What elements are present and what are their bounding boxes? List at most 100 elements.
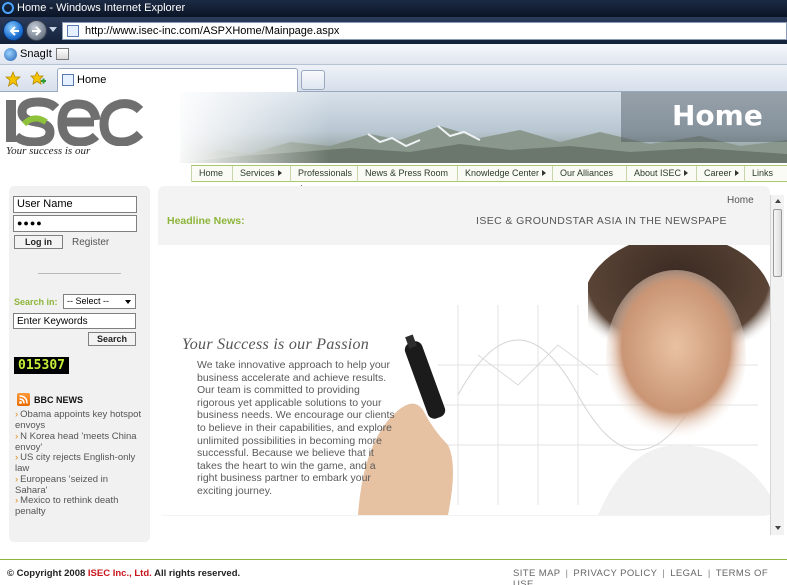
nav-services[interactable]: Services bbox=[232, 166, 290, 182]
intro-paragraph: We take innovative approach to help your… bbox=[180, 359, 398, 498]
visitor-counter: 015307 bbox=[14, 357, 69, 374]
nav-career[interactable]: Career bbox=[696, 166, 744, 182]
submenu-arrow-icon bbox=[734, 170, 739, 176]
copyright-suffix: All rights reserved. bbox=[154, 568, 241, 579]
news-item[interactable]: › Mexico to rethink death penalty bbox=[15, 495, 143, 517]
forward-button[interactable] bbox=[26, 20, 47, 41]
news-item-text: US city rejects English-only law bbox=[15, 452, 136, 474]
nav-home[interactable]: Home bbox=[191, 166, 232, 182]
nav-links[interactable]: Links bbox=[744, 166, 787, 182]
nav-links-label: Links bbox=[752, 168, 774, 178]
scroll-down-icon[interactable] bbox=[775, 526, 781, 530]
headline-ticker[interactable]: ISEC & GROUNDSTAR ASIA IN THE NEWSPAPE bbox=[476, 215, 727, 227]
breadcrumb[interactable]: Home bbox=[727, 195, 754, 206]
back-button[interactable] bbox=[3, 20, 24, 41]
bullet-icon: › bbox=[15, 431, 19, 442]
news-item-text: Mexico to rethink death penalty bbox=[15, 495, 119, 517]
nav-professionals-label: Professionals bbox=[298, 168, 353, 178]
news-item-text: N Korea head 'meets China envoy' bbox=[15, 431, 137, 453]
arrow-left-icon bbox=[9, 26, 19, 36]
footer-divider bbox=[0, 559, 787, 560]
search-scope-value: -- Select -- bbox=[67, 296, 110, 306]
nav-home-label: Home bbox=[199, 168, 224, 178]
scroll-up-icon[interactable] bbox=[775, 199, 781, 203]
bullet-icon: › bbox=[15, 495, 19, 506]
window-title: Home - Windows Internet Explorer bbox=[17, 2, 186, 14]
bbc-news-heading: BBC NEWS bbox=[17, 393, 83, 407]
logo-tagline: Your success is our bbox=[6, 145, 91, 157]
nav-news[interactable]: News & Press Room bbox=[357, 166, 457, 182]
nav-alliances-label: Our Alliances bbox=[560, 168, 614, 178]
news-item[interactable]: › Obama appoints key hotspot envoys bbox=[15, 409, 143, 431]
submenu-arrow-icon bbox=[542, 170, 547, 176]
snagit-icon bbox=[4, 48, 17, 61]
news-item[interactable]: › Europeans 'seized in Sahara' bbox=[15, 474, 143, 496]
footer-link-privacy[interactable]: PRIVACY POLICY bbox=[573, 568, 657, 579]
snagit-capture-icon[interactable] bbox=[56, 48, 69, 60]
scroll-thumb[interactable] bbox=[773, 209, 782, 277]
rss-icon[interactable] bbox=[17, 393, 30, 406]
main-nav: Home Services Professionals News & Press… bbox=[191, 165, 787, 191]
footer-separator: | bbox=[565, 568, 569, 579]
nav-knowledge-label: Knowledge Center bbox=[465, 168, 540, 178]
bbc-news-title: BBC NEWS bbox=[34, 395, 83, 405]
ie-logo-icon bbox=[2, 2, 14, 14]
search-in-label: Search in: bbox=[14, 297, 58, 307]
banner-fade bbox=[170, 92, 330, 163]
chevron-down-icon bbox=[125, 300, 131, 304]
favorites-star-icon[interactable] bbox=[5, 71, 21, 87]
search-button[interactable]: Search bbox=[88, 332, 136, 346]
keywords-input[interactable]: Enter Keywords bbox=[13, 313, 136, 329]
bullet-icon: › bbox=[15, 452, 19, 463]
register-link[interactable]: Register bbox=[72, 237, 109, 248]
intro-paragraph-2: Our team is committed to providing rigor… bbox=[197, 384, 395, 497]
headline-label: Headline News: bbox=[167, 215, 245, 227]
bullet-icon: › bbox=[15, 409, 19, 420]
tab-label: Home bbox=[77, 74, 107, 86]
arrow-right-icon bbox=[32, 26, 42, 36]
submenu-arrow-icon bbox=[277, 170, 282, 176]
new-tab-button[interactable] bbox=[301, 70, 325, 90]
nav-services-label: Services bbox=[240, 168, 275, 178]
nav-knowledge[interactable]: Knowledge Center bbox=[457, 166, 552, 182]
footer-link-legal[interactable]: LEGAL bbox=[670, 568, 703, 579]
nav-about[interactable]: About ISEC bbox=[626, 166, 696, 182]
links-toolbar: SnagIt bbox=[0, 44, 787, 65]
page-icon bbox=[67, 25, 79, 37]
snagit-button[interactable]: SnagIt bbox=[4, 47, 52, 62]
nav-professionals[interactable]: Professionals bbox=[290, 166, 357, 191]
nav-about-label: About ISEC bbox=[634, 168, 682, 178]
tab-row: Home bbox=[0, 65, 787, 92]
address-row: http://www.isec-inc.com/ASPXHome/Mainpag… bbox=[0, 17, 787, 44]
news-item[interactable]: › N Korea head 'meets China envoy' bbox=[15, 431, 143, 453]
footer-separator: | bbox=[707, 568, 711, 579]
news-item-text: Obama appoints key hotspot envoys bbox=[15, 409, 142, 431]
tab-page-icon bbox=[62, 74, 74, 86]
isec-logo[interactable] bbox=[4, 96, 144, 146]
search-scope-select[interactable]: -- Select -- bbox=[63, 294, 136, 309]
history-dropdown-icon[interactable] bbox=[49, 27, 57, 32]
rss-glyph bbox=[19, 395, 28, 404]
tab-home[interactable]: Home bbox=[57, 68, 298, 92]
footer-separator: | bbox=[662, 568, 666, 579]
footer-link-sitemap[interactable]: SITE MAP bbox=[513, 568, 561, 579]
window-titlebar: Home - Windows Internet Explorer bbox=[0, 0, 787, 17]
password-input[interactable]: ●●●● bbox=[13, 215, 137, 232]
add-favorite-icon[interactable] bbox=[30, 71, 46, 87]
site-banner: Your success is our Home bbox=[0, 92, 787, 163]
news-item[interactable]: › US city rejects English-only law bbox=[15, 452, 143, 474]
address-bar[interactable]: http://www.isec-inc.com/ASPXHome/Mainpag… bbox=[62, 22, 787, 40]
copyright-text: © Copyright 2008 ISEC Inc., Ltd. All rig… bbox=[7, 568, 240, 579]
nav-news-label: News & Press Room bbox=[365, 168, 449, 178]
username-input[interactable]: User Name bbox=[13, 196, 137, 213]
footer-links: SITE MAP | PRIVACY POLICY | LEGAL | TERMS OF U… bbox=[513, 568, 787, 585]
copyright-prefix: © Copyright 2008 bbox=[7, 568, 86, 579]
nav-alliances[interactable]: Our Alliances bbox=[552, 166, 626, 182]
news-item-text: Europeans 'seized in Sahara' bbox=[15, 474, 109, 496]
address-url: http://www.isec-inc.com/ASPXHome/Mainpag… bbox=[85, 25, 340, 37]
login-button[interactable]: Log in bbox=[14, 235, 63, 249]
sidebar-divider bbox=[38, 273, 121, 274]
company-name: ISEC Inc., Ltd. bbox=[87, 568, 152, 579]
content-scrollbar[interactable] bbox=[770, 195, 784, 535]
intro-paragraph-1: We take innovative approach to help your… bbox=[197, 359, 391, 384]
